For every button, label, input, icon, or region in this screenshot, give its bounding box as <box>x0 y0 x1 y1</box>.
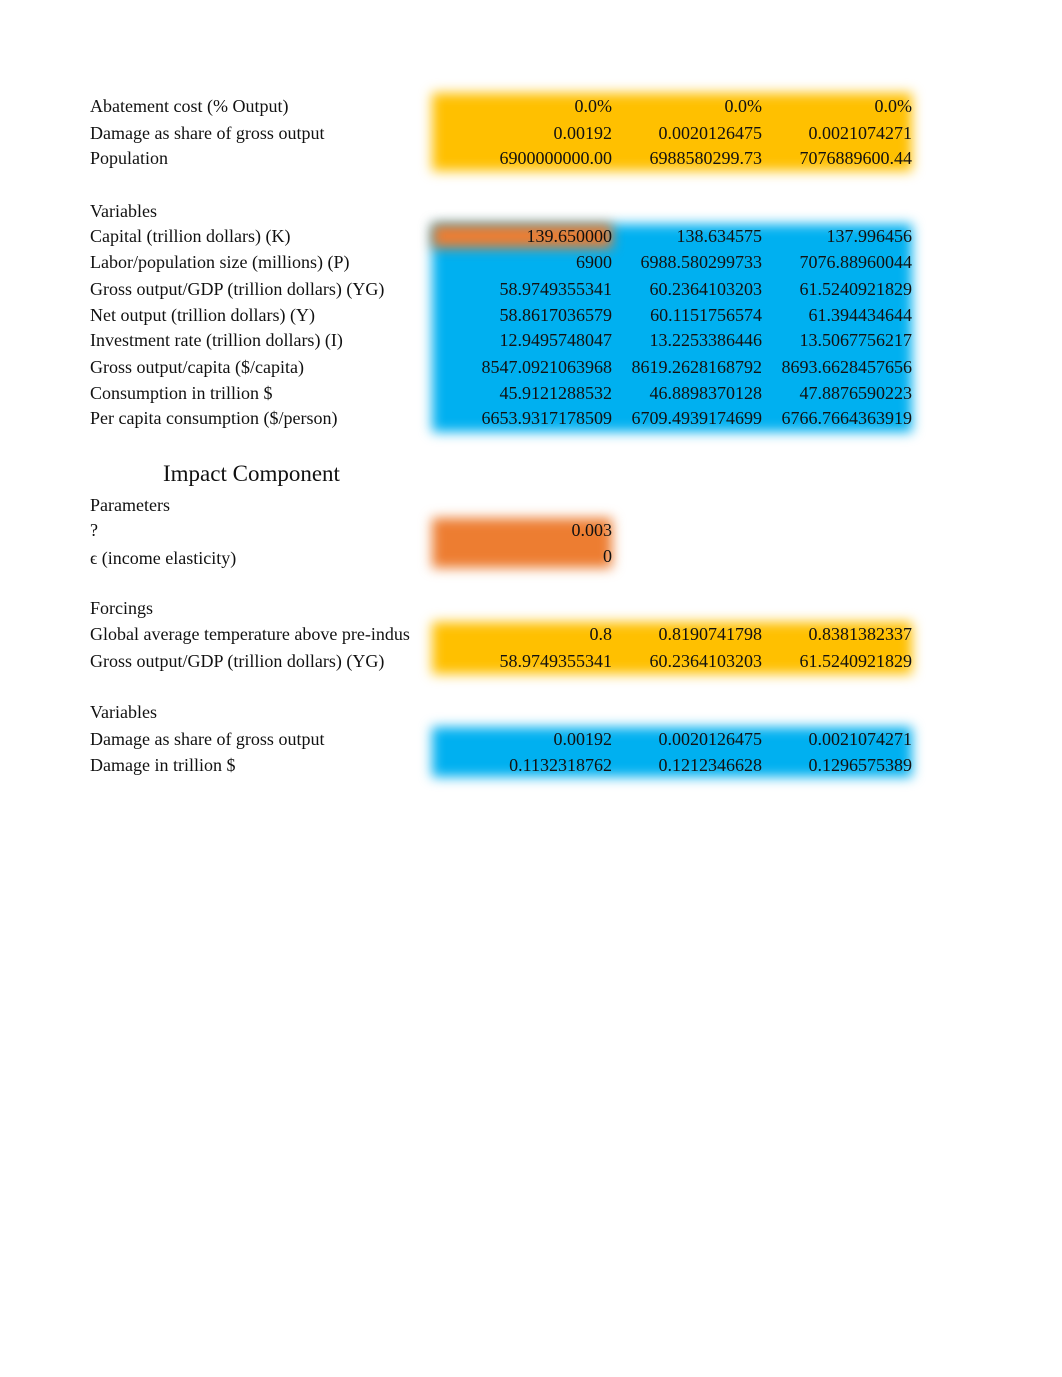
cell-value[interactable]: 0.8 <box>432 623 613 645</box>
row-label: Gross output/capita ($/capita) <box>90 357 304 377</box>
cell-value[interactable]: 0.0020126475 <box>612 122 763 144</box>
row-label: Abatement cost (% Output) <box>90 96 289 116</box>
cell-value[interactable]: 58.9749355341 <box>432 650 613 672</box>
row-label: Labor/population size (millions) (P) <box>90 252 350 272</box>
cell-value[interactable]: 0 <box>432 545 612 567</box>
cell-value[interactable]: 0.0% <box>612 95 763 117</box>
cell-value[interactable]: 6653.9317178509 <box>432 407 613 429</box>
cell-value[interactable]: 58.8617036579 <box>432 304 613 326</box>
cell-value[interactable]: 46.8898370128 <box>612 382 763 404</box>
cell-value[interactable]: 0.00192 <box>432 728 613 750</box>
cell-value[interactable]: 0.0021074271 <box>762 122 913 144</box>
cell-value[interactable]: 13.2253386446 <box>612 329 763 351</box>
cell-value[interactable]: 60.2364103203 <box>612 650 763 672</box>
cell-value[interactable]: 6900 <box>432 251 612 273</box>
cell-value[interactable]: 60.2364103203 <box>612 278 763 300</box>
section-heading: Variables <box>90 702 157 722</box>
row-label: Damage as share of gross output <box>90 729 325 749</box>
row-label: Population <box>90 148 169 168</box>
cell-value[interactable]: 0.0021074271 <box>762 728 913 750</box>
cell-value[interactable]: 8619.2628168792 <box>612 356 763 378</box>
cell-value[interactable]: 60.1151756574 <box>612 304 762 326</box>
cell-value[interactable]: 6988580299.73 <box>612 147 763 169</box>
cell-value[interactable]: 47.8876590223 <box>762 382 913 404</box>
cell-value[interactable]: 0.1212346628 <box>612 754 763 776</box>
cell-value[interactable]: 13.5067756217 <box>762 329 913 351</box>
cell-value[interactable]: 45.9121288532 <box>432 382 613 404</box>
cell-value[interactable]: 6766.7664363919 <box>762 407 913 429</box>
cell-value[interactable]: 61.5240921829 <box>762 278 913 300</box>
cell-value[interactable]: 0.003 <box>432 519 613 541</box>
cell-value[interactable]: 0.1132318762 <box>432 754 612 776</box>
cell-value[interactable]: 137.996456 <box>762 225 913 247</box>
cell-value[interactable]: 58.9749355341 <box>432 278 613 300</box>
row-label: ϵ (income elasticity) <box>90 548 237 568</box>
row-label: Gross output/GDP (trillion dollars) (YG) <box>90 651 385 671</box>
row-label: Global average temperature above pre-ind… <box>90 624 410 644</box>
cell-value[interactable]: 0.0% <box>432 95 613 117</box>
cell-value[interactable]: 6709.4939174699 <box>612 407 763 429</box>
cell-value[interactable]: 7076889600.44 <box>762 147 913 169</box>
cell-value[interactable]: 139.650000 <box>432 225 613 247</box>
cell-value[interactable]: 61.394434644 <box>762 304 913 326</box>
cell-value[interactable]: 138.634575 <box>612 225 763 247</box>
row-label: Damage as share of gross output <box>90 123 325 143</box>
cell-value[interactable]: 0.1296575389 <box>762 754 913 776</box>
cell-value[interactable]: 6988.580299733 <box>612 251 763 273</box>
row-label: Capital (trillion dollars) (K) <box>90 226 291 246</box>
section-heading: Parameters <box>90 495 170 515</box>
cell-value[interactable]: 61.5240921829 <box>762 650 913 672</box>
row-label: Gross output/GDP (trillion dollars) (YG) <box>90 279 385 299</box>
row-label: ? <box>90 520 98 540</box>
cell-value[interactable]: 8547.0921063968 <box>432 356 613 378</box>
row-label: Consumption in trillion $ <box>90 383 273 403</box>
row-label: Investment rate (trillion dollars) (I) <box>90 330 343 350</box>
cell-value[interactable]: 12.9495748047 <box>432 329 613 351</box>
section-heading: Variables <box>90 201 157 221</box>
cell-value[interactable]: 7076.88960044 <box>762 251 913 273</box>
cell-value[interactable]: 0.8381382337 <box>762 623 913 645</box>
cell-value[interactable]: 0.0% <box>762 95 913 117</box>
cell-value[interactable]: 0.8190741798 <box>612 623 763 645</box>
cell-value[interactable]: 6900000000.00 <box>432 147 613 169</box>
cell-value[interactable]: 0.00192 <box>432 122 613 144</box>
cell-value[interactable]: 8693.6628457656 <box>762 356 913 378</box>
row-label: Per capita consumption ($/person) <box>90 408 338 428</box>
section-title: Impact Component <box>163 461 340 486</box>
cell-value[interactable]: 0.0020126475 <box>612 728 763 750</box>
section-heading: Forcings <box>90 598 153 618</box>
row-label: Damage in trillion $ <box>90 755 236 775</box>
row-label: Net output (trillion dollars) (Y) <box>90 305 315 325</box>
